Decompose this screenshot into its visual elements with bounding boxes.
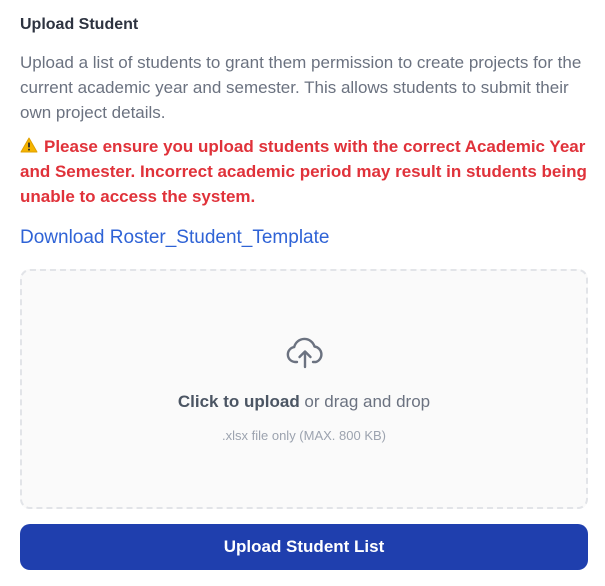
file-type-hint: .xlsx file only (MAX. 800 KB) [222, 428, 386, 443]
download-template-link[interactable]: Download Roster_Student_Template [20, 227, 329, 249]
file-dropzone[interactable]: Click to upload or drag and drop .xlsx f… [20, 269, 588, 509]
section-heading: Upload Student [20, 16, 139, 33]
click-to-upload-label[interactable]: Click to upload [178, 392, 300, 411]
upload-student-list-button[interactable]: Upload Student List [20, 524, 588, 570]
upload-student-card: Upload Student Upload a list of students… [0, 0, 605, 586]
warning-message: Please ensure you upload students with t… [20, 134, 590, 209]
section-description: Upload a list of students to grant them … [20, 53, 582, 122]
dropzone-instructions: Click to upload or drag and drop [22, 392, 586, 412]
drag-drop-label: or drag and drop [299, 392, 431, 411]
warning-text: Please ensure you upload students with t… [20, 137, 587, 206]
warning-triangle-icon [20, 137, 38, 153]
cloud-upload-icon [286, 337, 323, 369]
